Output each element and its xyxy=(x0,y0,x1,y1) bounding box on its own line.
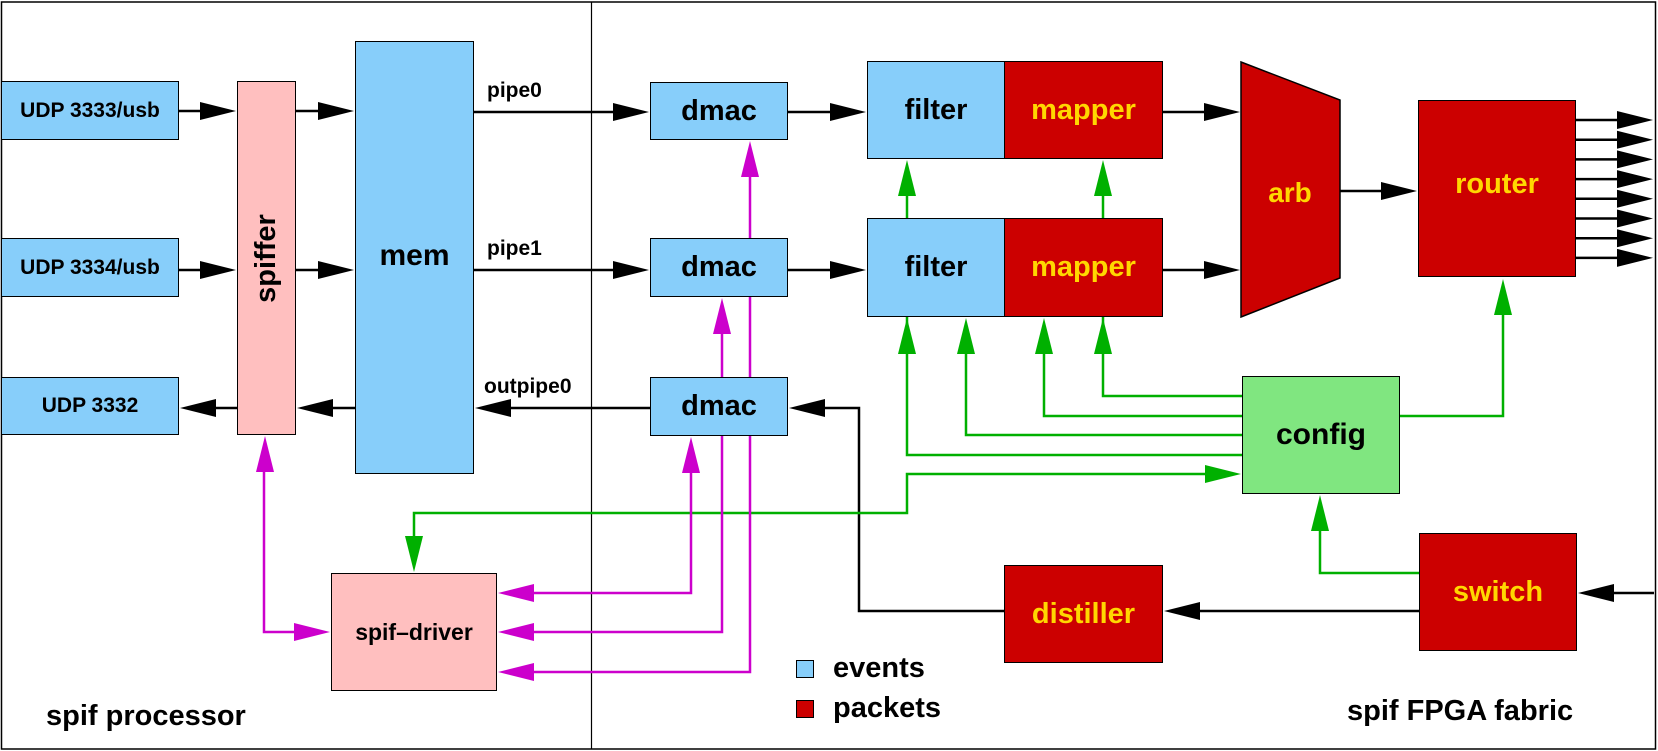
legend-swatch-packets xyxy=(796,700,814,718)
filter0-block[interactable]: filter xyxy=(867,61,1005,159)
mapper1-label: mapper xyxy=(1031,251,1136,283)
switch-block[interactable]: switch xyxy=(1419,533,1577,651)
mapper1-block[interactable]: mapper xyxy=(1004,218,1163,317)
arrowhead-icon xyxy=(613,261,649,279)
drv-driver-dmac2 xyxy=(532,473,693,595)
config-label: config xyxy=(1276,418,1366,451)
arrowhead-icon xyxy=(898,160,916,196)
arrowhead-icon xyxy=(830,103,866,121)
arrowhead-icon xyxy=(498,663,534,681)
arrowhead-icon xyxy=(1204,261,1240,279)
arrowhead-icon xyxy=(1204,103,1240,121)
arrowhead-icon xyxy=(475,399,511,417)
udp3332-label: UDP 3332 xyxy=(41,394,139,417)
router-output-arrowhead-icon xyxy=(1617,189,1653,208)
arrowhead-icon xyxy=(1205,465,1241,483)
udp3333-block[interactable]: UDP 3333/usb xyxy=(1,81,179,140)
pipe0-label: pipe0 xyxy=(487,79,542,102)
arrowhead-icon xyxy=(1094,160,1112,196)
router-output-arrowhead-icon xyxy=(1617,248,1653,267)
arrowhead-icon xyxy=(318,261,354,279)
dmac1-block[interactable]: dmac xyxy=(650,238,788,297)
mapper0-block[interactable]: mapper xyxy=(1004,61,1163,159)
udp3333-label: UDP 3333/usb xyxy=(20,98,160,122)
router-output-arrowhead-icon xyxy=(1617,130,1653,149)
arrowhead-icon xyxy=(294,623,330,641)
arrowhead-icon xyxy=(498,584,534,602)
legend-label-packets: packets xyxy=(833,692,942,724)
router-label: router xyxy=(1455,168,1539,200)
dmac2-label: dmac xyxy=(681,390,757,422)
outpipe0-label: outpipe0 xyxy=(484,375,572,398)
dmac2-block[interactable]: dmac xyxy=(650,377,788,436)
arrowhead-icon xyxy=(957,318,975,354)
filter0-label: filter xyxy=(904,93,968,126)
arrowhead-icon xyxy=(789,399,825,417)
arrowhead-icon xyxy=(200,102,236,120)
arrowhead-icon xyxy=(1578,584,1614,602)
arrowhead-icon xyxy=(180,399,216,417)
arrowhead-icon xyxy=(1035,318,1053,354)
dmac1-label: dmac xyxy=(681,251,757,283)
router-output-arrowhead-icon xyxy=(1617,170,1653,189)
distiller-label: distiller xyxy=(1031,597,1136,630)
arrowhead-icon xyxy=(256,436,274,472)
router-output-arrowhead-icon xyxy=(1617,229,1653,248)
router-output-arrowhead-icon xyxy=(1617,209,1653,228)
pipe1-label: pipe1 xyxy=(487,237,542,260)
arb-label: arb xyxy=(1268,177,1312,208)
arrowhead-icon xyxy=(1381,182,1417,200)
arrowhead-icon xyxy=(682,437,700,473)
ctrl-config-mapper1-a xyxy=(1101,317,1242,398)
spif-driver-label: spif–driver xyxy=(355,618,473,645)
router-output-arrowhead-icon xyxy=(1617,111,1653,129)
ctrl-driver-config xyxy=(412,472,1207,541)
ctrl-config-router xyxy=(1400,312,1505,418)
flow-distiller-dmac2 xyxy=(824,406,1004,613)
legend-label-events: events xyxy=(833,652,925,684)
mem-label: mem xyxy=(379,238,450,272)
spif-driver-block[interactable]: spif–driver xyxy=(331,573,497,691)
udp3332-block[interactable]: UDP 3332 xyxy=(1,377,179,435)
config-block[interactable]: config xyxy=(1242,376,1400,494)
arrowhead-icon xyxy=(1311,495,1329,531)
filter1-label: filter xyxy=(904,251,968,283)
dmac0-label: dmac xyxy=(681,94,757,127)
router-output-arrowhead-icon xyxy=(1617,150,1653,169)
arrowhead-icon xyxy=(830,261,866,279)
arrowhead-icon xyxy=(741,141,759,177)
udp3334-label: UDP 3334/usb xyxy=(20,255,160,279)
ctrl-switch-config xyxy=(1318,529,1420,575)
mapper0-label: mapper xyxy=(1031,93,1136,126)
arrowhead-icon xyxy=(498,623,534,641)
arrowhead-icon xyxy=(297,399,333,417)
arrowhead-icon xyxy=(200,261,236,279)
arrowhead-icon xyxy=(1094,318,1112,354)
arrowhead-icon xyxy=(318,102,354,120)
ctrl-config-mapper1-b xyxy=(1042,348,1242,418)
region-label-fpga: spif FPGA fabric xyxy=(1347,695,1574,727)
arrowhead-icon xyxy=(713,298,731,334)
spiffer-block[interactable]: spiffer xyxy=(237,81,296,435)
spiffer-label: spiffer xyxy=(250,213,283,303)
arrowhead-icon xyxy=(1164,602,1200,620)
udp3334-block[interactable]: UDP 3334/usb xyxy=(1,238,179,297)
mem-block[interactable]: mem xyxy=(355,41,474,474)
legend-swatch-events xyxy=(796,660,814,678)
drv-spiffer-driver xyxy=(262,470,297,634)
arrowhead-icon xyxy=(405,536,423,572)
router-block[interactable]: router xyxy=(1418,100,1576,277)
arrowhead-icon xyxy=(613,103,649,121)
dmac0-block[interactable]: dmac xyxy=(650,82,788,140)
region-label-processor: spif processor xyxy=(46,700,246,732)
arrowhead-icon xyxy=(898,318,916,354)
distiller-block[interactable]: distiller xyxy=(1004,565,1163,663)
switch-label: switch xyxy=(1452,575,1544,608)
filter1-block[interactable]: filter xyxy=(867,218,1005,317)
arrowhead-icon xyxy=(1494,279,1512,315)
